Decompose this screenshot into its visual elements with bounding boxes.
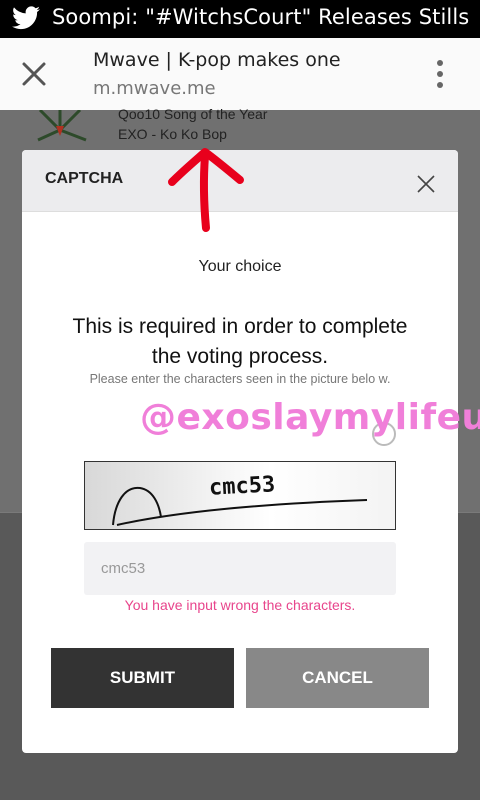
album-thumbnail xyxy=(37,110,87,142)
captcha-modal: CAPTCHA Your choice This is required in … xyxy=(22,150,458,753)
required-message: This is required in order to complete th… xyxy=(72,315,408,368)
close-icon[interactable] xyxy=(20,60,48,88)
modal-close-icon[interactable] xyxy=(416,174,436,194)
error-message: You have input wrong the characters. xyxy=(124,597,356,613)
more-vert-icon[interactable] xyxy=(430,60,450,90)
page-title: Mwave | K-pop makes one xyxy=(93,49,341,71)
page-url: m.mwave.me xyxy=(93,78,216,99)
status-bar: Soompi: "#WitchsCourt" Releases Stills xyxy=(0,0,480,38)
modal-title: CAPTCHA xyxy=(45,170,124,187)
cancel-button[interactable]: CANCEL xyxy=(246,648,429,708)
captcha-characters: cmc53 xyxy=(208,472,276,501)
instruction-text: Please enter the characters seen in the … xyxy=(89,372,391,386)
twitter-bird-icon xyxy=(12,6,40,30)
submit-button[interactable]: SUBMIT xyxy=(51,648,234,708)
modal-header: CAPTCHA xyxy=(22,150,458,212)
watermark-text: @exoslaymylifeu xyxy=(140,397,480,438)
choice-label: Your choice xyxy=(198,258,282,275)
browser-toolbar: Mwave | K-pop makes one m.mwave.me xyxy=(0,38,480,110)
captcha-image: cmc53 xyxy=(84,461,396,530)
background-text-line1: Qoo10 Song of the Year xyxy=(118,106,268,122)
notification-text: Soompi: "#WitchsCourt" Releases Stills xyxy=(52,5,470,29)
background-text-line2: EXO - Ko Ko Bop xyxy=(118,126,227,142)
captcha-input[interactable] xyxy=(84,542,396,595)
